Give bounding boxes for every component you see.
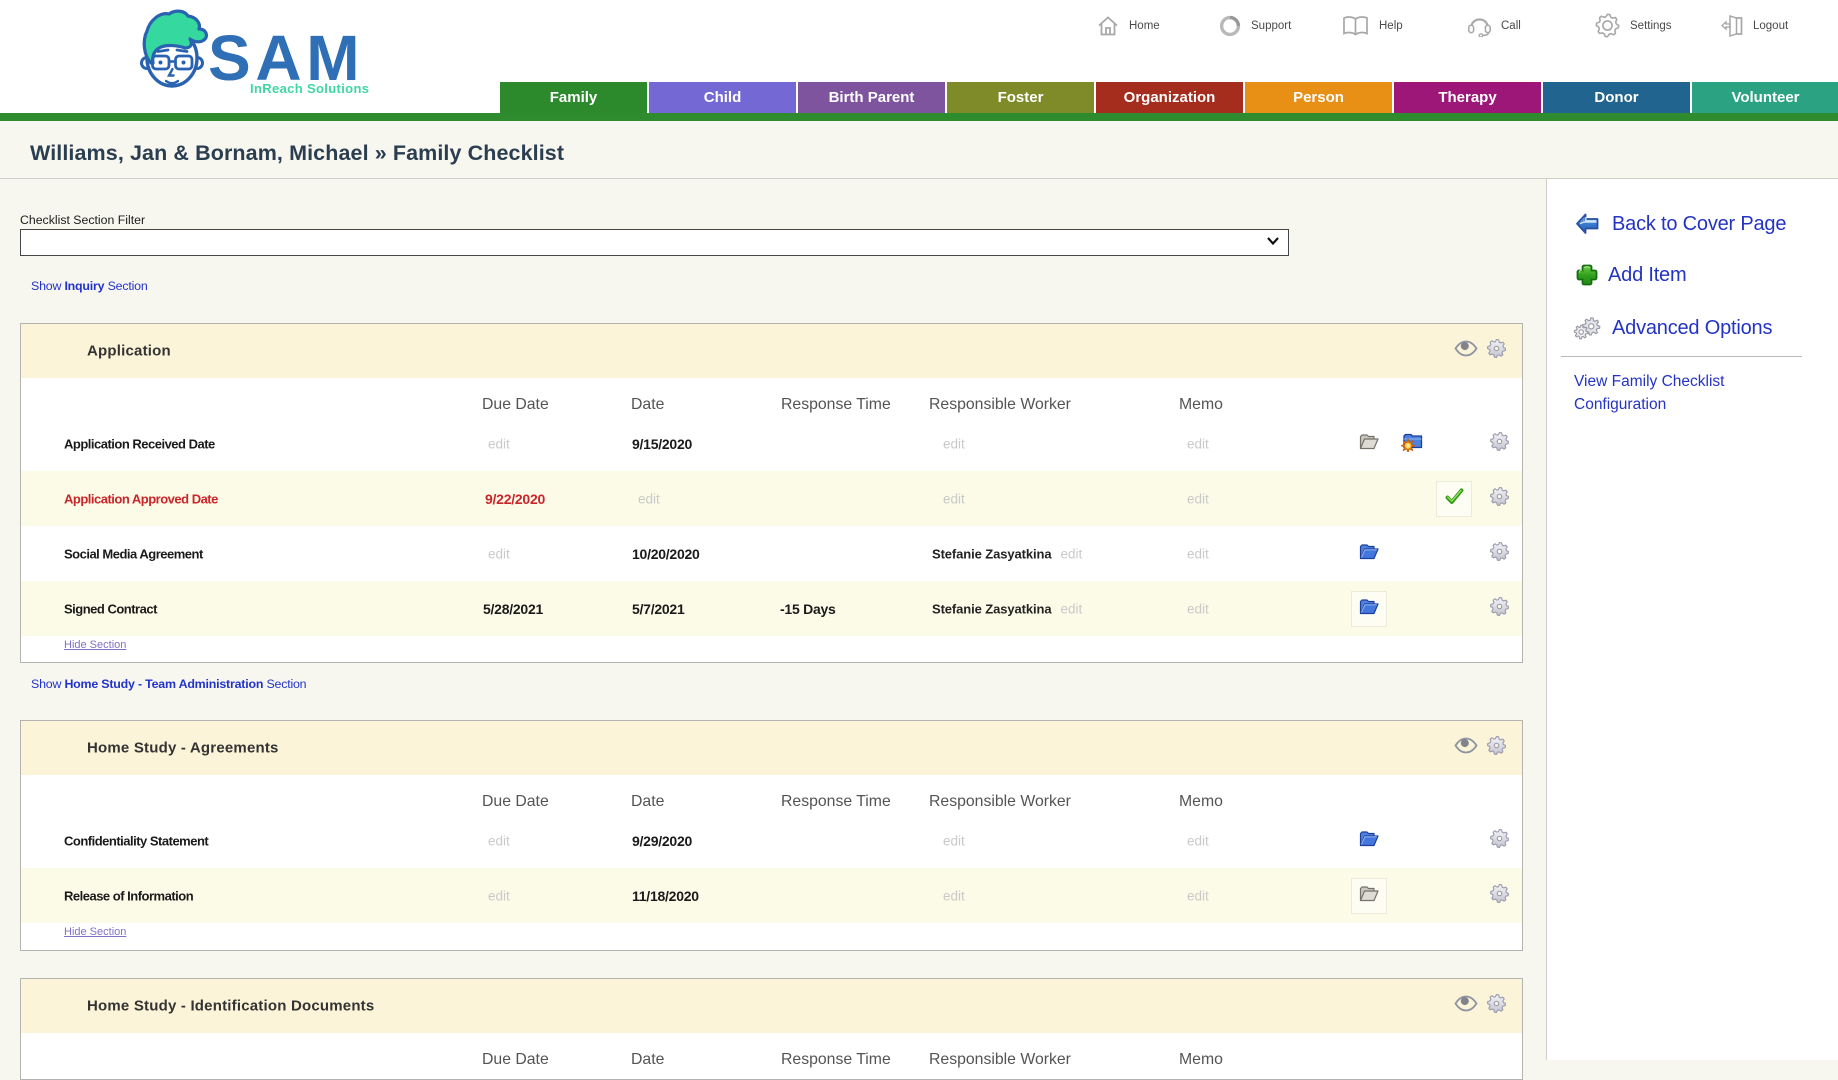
svg-text:InReach Solutions: InReach Solutions [250, 81, 369, 96]
